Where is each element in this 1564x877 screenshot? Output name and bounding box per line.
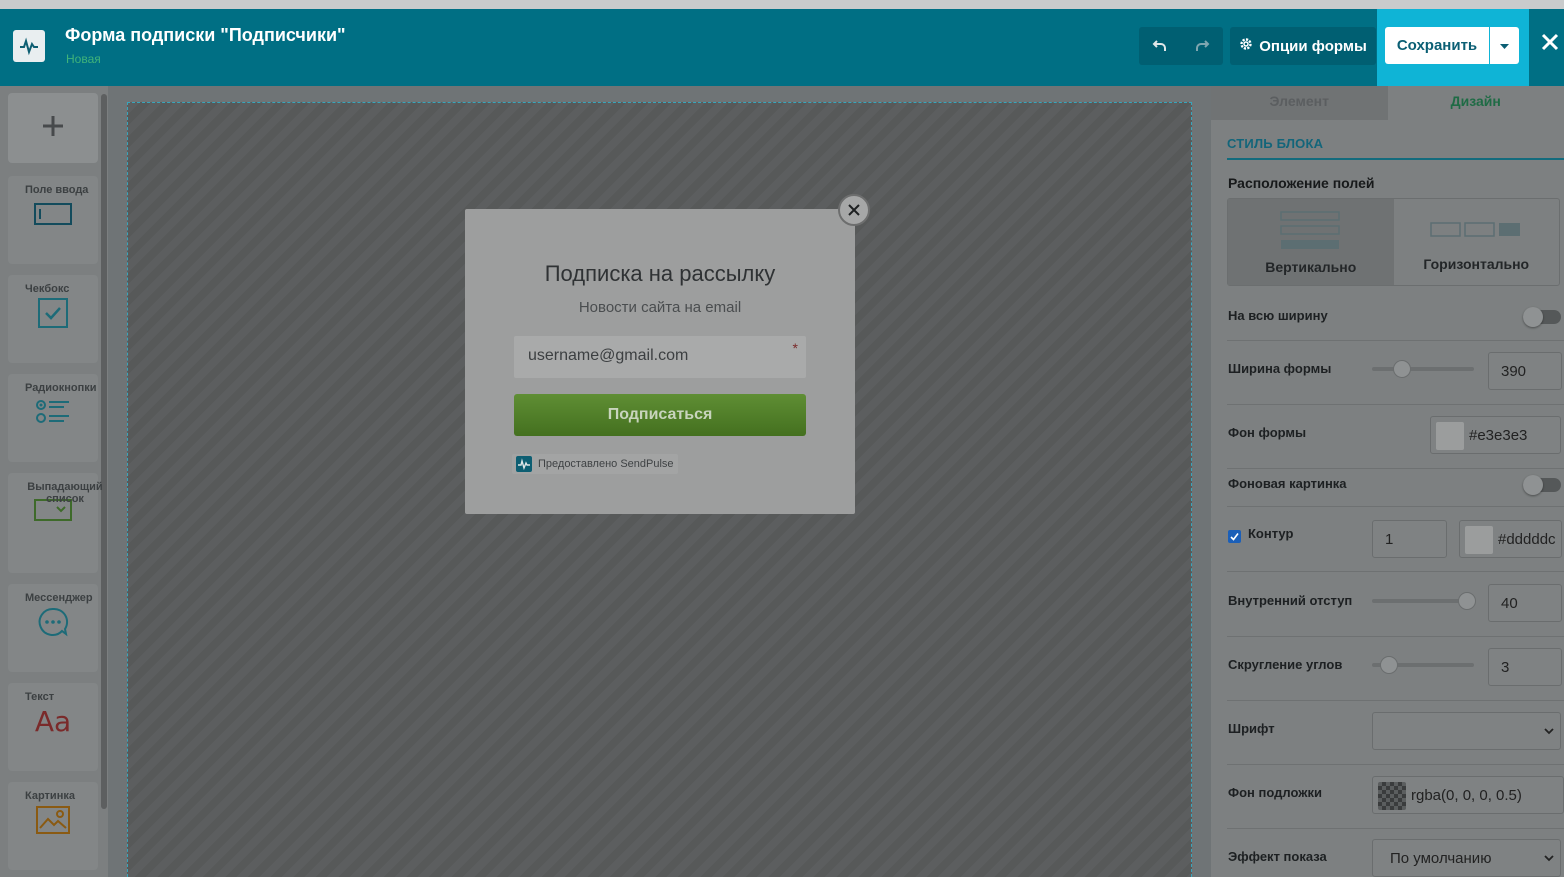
radius-label: Скругление углов [1228,657,1343,672]
sidebar-item-input[interactable]: Поле ввода [8,176,98,264]
bg-image-toggle[interactable] [1523,475,1561,495]
bg-image-label: Фоновая картинка [1228,476,1347,491]
padding-label: Внутренний отступ [1228,593,1353,608]
vertical-layout-icon [1280,211,1340,249]
layout-horizontal-option[interactable]: Горизонтально [1394,199,1560,285]
text-icon: Aa [34,704,72,738]
messenger-icon [37,604,69,640]
font-label: Шрифт [1228,721,1275,736]
form-width-label: Ширина формы [1228,361,1332,376]
full-width-toggle[interactable] [1523,307,1561,327]
sendpulse-logo-icon[interactable] [13,30,45,62]
chevron-down-icon [1544,855,1554,862]
sidebar-item-checkbox[interactable]: Чекбокс [8,275,98,363]
redo-icon[interactable] [1181,27,1223,65]
form-bg-label: Фон формы [1228,425,1307,440]
border-label: Контур [1248,526,1294,541]
form-bg-color-input[interactable]: #e3e3e3 [1430,416,1561,454]
check-icon [1230,533,1239,541]
form-width-slider[interactable] [1372,360,1474,378]
border-color-swatch[interactable] [1465,526,1493,554]
sendpulse-branding[interactable]: Предоставлено SendPulse [512,454,678,474]
form-width-input[interactable]: 390 [1488,352,1562,390]
row-divider [1227,636,1564,637]
layout-vertical-option[interactable]: Вертикально [1228,199,1394,285]
effect-select[interactable]: По умолчанию [1372,839,1561,877]
popup-close-icon[interactable] [838,194,870,226]
layout-label: Расположение полей [1228,175,1375,191]
row-divider [1227,700,1564,701]
save-highlight: Сохранить [1377,9,1529,89]
slider-knob[interactable] [1380,656,1398,674]
row-divider [1227,764,1564,765]
radio-buttons-icon [36,394,70,430]
panel-tabs: Элемент Дизайн [1211,86,1564,120]
sidebar-item-messenger[interactable]: Мессенджер [8,584,98,672]
plus-icon [42,111,64,145]
required-mark: * [792,340,798,356]
slider-knob[interactable] [1458,592,1476,610]
sidebar-scrollbar[interactable] [101,94,107,809]
chevron-down-icon [1544,728,1554,735]
section-divider [1227,158,1564,160]
row-divider [1227,340,1564,341]
properties-panel: Элемент Дизайн СТИЛЬ БЛОКА Расположение … [1211,86,1564,877]
sidebar-item-radio[interactable]: Радиокнопки [8,374,98,462]
subscription-popup[interactable]: Подписка на рассылку Новости сайта на em… [465,209,855,514]
top-strip [0,0,1564,9]
popup-subtitle[interactable]: Новости сайта на email [465,299,855,316]
form-options-button[interactable]: Опции формы [1230,27,1376,65]
border-width-input[interactable]: 1 [1372,520,1447,558]
popup-title[interactable]: Подписка на рассылку [465,261,855,287]
overlay-swatch[interactable] [1378,782,1406,810]
undo-icon[interactable] [1139,27,1181,65]
history-group [1139,27,1223,65]
row-divider [1227,828,1564,829]
border-color-input[interactable]: #dddddc [1459,520,1562,558]
checkbox-icon [37,295,69,331]
border-checkbox[interactable] [1228,530,1241,543]
radius-input[interactable]: 3 [1488,648,1562,686]
gear-icon [1239,37,1253,55]
radius-slider[interactable] [1372,656,1474,674]
slider-knob[interactable] [1393,360,1411,378]
horizontal-layout-icon [1430,222,1521,237]
caret-down-icon [1500,37,1509,55]
section-title: СТИЛЬ БЛОКА [1227,136,1324,151]
sendpulse-mini-logo-icon [516,456,532,472]
layout-selector: Вертикально Горизонтально [1227,198,1560,286]
form-bg-swatch[interactable] [1436,422,1464,450]
font-select[interactable] [1372,712,1561,750]
padding-input[interactable]: 40 [1488,584,1562,622]
overlay-label: Фон подложки [1228,785,1322,800]
row-divider [1227,468,1564,469]
form-title: Форма подписки "Подписчики" [65,25,346,45]
row-divider [1227,506,1564,507]
image-icon [36,802,70,838]
save-button[interactable]: Сохранить [1385,27,1489,64]
save-dropdown-button[interactable] [1490,27,1519,64]
sidebar-item-image[interactable]: Картинка [8,782,98,870]
overlay-color-input[interactable]: rgba(0, 0, 0, 0.5) [1372,776,1564,814]
full-width-label: На всю ширину [1228,308,1328,323]
editor-header: Форма подписки "Подписчики" Новая Опции … [0,9,1564,86]
add-element-button[interactable] [8,93,98,163]
sidebar-item-text[interactable]: Aa Текст [8,683,98,771]
tab-element[interactable]: Элемент [1211,86,1388,120]
form-status: Новая [66,52,101,66]
close-editor-icon[interactable] [1536,28,1564,56]
subscribe-button[interactable]: Подписаться [514,394,806,436]
tab-design[interactable]: Дизайн [1388,86,1564,120]
effect-label: Эффект показа [1228,849,1327,864]
padding-slider[interactable] [1372,592,1476,610]
input-field-icon [34,196,72,232]
email-field[interactable]: username@gmail.com * [514,336,806,378]
sidebar-item-dropdown[interactable]: Выпадающий список [8,473,103,573]
row-divider [1227,571,1564,572]
row-divider [1227,404,1564,405]
